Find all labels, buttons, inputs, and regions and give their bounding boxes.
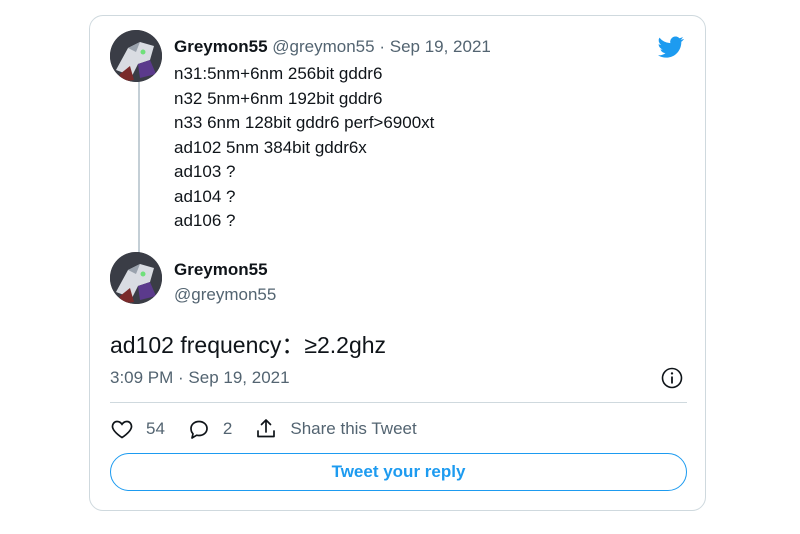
tweet-text-line: n31:5nm+6nm 256bit gddr6 [174, 64, 383, 83]
tweet-text-line: ad104 ? [174, 186, 236, 206]
tweet-text-line: ad102 5nm 384bit gddr6x [174, 137, 367, 157]
action-bar: 54 2 Share this Tweet [110, 416, 439, 442]
twitter-bird-icon[interactable] [656, 34, 686, 60]
handle[interactable]: @greymon55 [272, 37, 374, 56]
display-name[interactable]: Greymon55 [174, 37, 268, 56]
avatar[interactable] [110, 30, 162, 82]
like-count: 54 [146, 419, 165, 438]
reply-count: 2 [222, 419, 233, 438]
thread-tweet-header: Greymon55 @greymon55 · Sep 19, 2021 [174, 37, 491, 57]
tweet-date[interactable]: Sep 19, 2021 [390, 37, 491, 56]
divider [110, 402, 687, 403]
main-tweet-text: ad102 frequency：≥2.2ghz [110, 332, 387, 358]
avatar[interactable] [110, 252, 162, 304]
tweet-text-line: ad106 ? [174, 211, 236, 230]
info-icon[interactable] [660, 366, 684, 390]
tweet-timestamp[interactable]: 3:09 PM · Sep 19, 2021 [110, 368, 290, 388]
tweet-text-line: n33 6nm 128bit gddr6 perf>6900xt [174, 113, 435, 132]
tweet-text-line: ad103 ? [174, 162, 236, 181]
separator-dot: · [379, 37, 385, 56]
share-label: Share this Tweet [290, 419, 417, 438]
like-button[interactable]: 54 [110, 417, 165, 441]
display-name[interactable]: Greymon55 [174, 260, 268, 280]
heart-icon [111, 420, 133, 439]
share-button[interactable]: Share this Tweet [254, 417, 417, 441]
comment-icon [190, 420, 208, 439]
tweet-embed-card: Greymon55 @greymon55 · Sep 19, 2021 n31:… [89, 15, 706, 511]
handle[interactable]: @greymon55 [174, 285, 276, 305]
tweet-text-line: n32 5nm+6nm 192bit gddr6 [174, 88, 383, 108]
tweet-your-reply-button[interactable]: Tweet your reply [110, 453, 687, 491]
share-icon [257, 419, 276, 438]
thread-tweet-text: n31:5nm+6nm 256bit gddr6 n32 5nm+6nm 192… [174, 62, 434, 234]
thread-connector-line [138, 82, 140, 255]
reply-button[interactable]: 2 [187, 417, 232, 441]
